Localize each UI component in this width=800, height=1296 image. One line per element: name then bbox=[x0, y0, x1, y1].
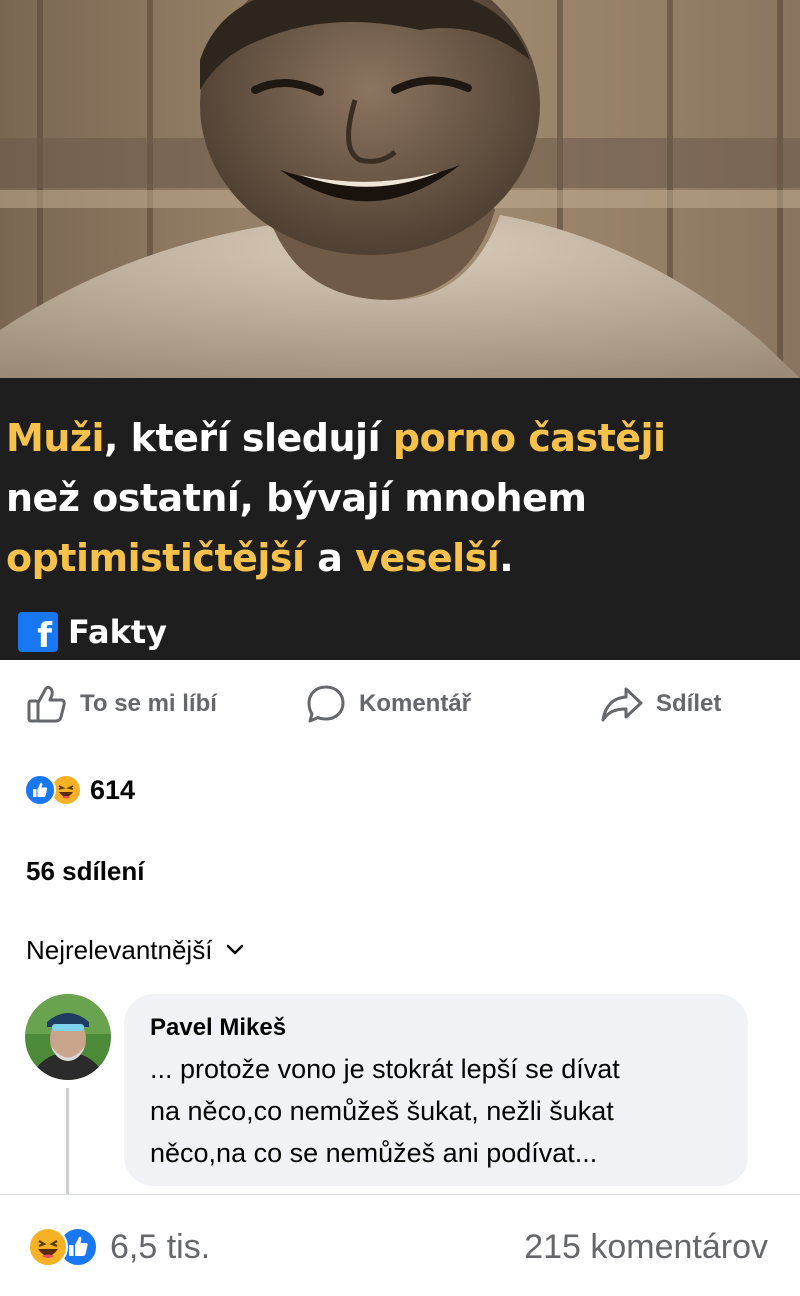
action-bar: To se mi líbí Komentář Sdílet bbox=[0, 672, 800, 736]
brand-watermark: f Fakty bbox=[18, 610, 168, 656]
post-caption: Muži, kteří sledují porno častěji než os… bbox=[6, 408, 800, 588]
bottom-bar: 6,5 tis. 215 komentárov bbox=[0, 1194, 800, 1296]
like-label: To se mi líbí bbox=[80, 690, 217, 717]
thumbs-up-icon bbox=[27, 685, 66, 723]
reaction-count: 614 bbox=[90, 774, 136, 805]
caption-text: a bbox=[304, 536, 356, 580]
comments-count[interactable]: 215 komentárov bbox=[524, 1223, 768, 1271]
comment-button[interactable]: Komentář bbox=[305, 672, 471, 736]
caption-text: než ostatní, bývají mnohem bbox=[6, 476, 587, 520]
avatar-photo bbox=[25, 994, 111, 1080]
caption-text: , kteří sledují bbox=[104, 416, 393, 460]
smiling-man-photo bbox=[0, 0, 800, 378]
facebook-icon: f bbox=[18, 612, 58, 656]
thread-line bbox=[66, 1088, 69, 1196]
share-arrow-icon bbox=[601, 687, 643, 722]
comment-author[interactable]: Pavel Mikeš bbox=[150, 1014, 722, 1042]
comment-sort-dropdown[interactable]: Nejrelevantnější bbox=[26, 928, 244, 972]
post-image[interactable]: Muži, kteří sledují porno častěji než os… bbox=[0, 0, 800, 660]
caption-text: . bbox=[499, 536, 514, 580]
comment-label: Komentář bbox=[359, 690, 472, 717]
like-button[interactable]: To se mi líbí bbox=[26, 672, 217, 736]
comment-bubble: Pavel Mikeš ... protože vono je stokrát … bbox=[124, 994, 748, 1186]
caption-highlight: Muži bbox=[6, 416, 105, 460]
brand-name: Fakty bbox=[68, 613, 168, 651]
chevron-down-icon bbox=[227, 944, 244, 955]
shares-count[interactable]: 56 sdílení bbox=[26, 856, 145, 887]
share-label: Sdílet bbox=[656, 690, 722, 717]
bottom-reactions[interactable]: 6,5 tis. bbox=[28, 1223, 210, 1271]
comment-bubble-icon bbox=[307, 685, 345, 723]
caption-highlight: optimističtější bbox=[6, 536, 305, 580]
total-reaction-count: 6,5 tis. bbox=[110, 1227, 211, 1266]
reactions-summary[interactable]: 614 bbox=[24, 768, 135, 812]
avatar[interactable] bbox=[25, 994, 111, 1080]
comment-text: ... protože vono je stokrát lepší se dív… bbox=[150, 1054, 620, 1168]
share-button[interactable]: Sdílet bbox=[600, 672, 721, 736]
sort-label: Nejrelevantnější bbox=[26, 934, 213, 965]
caption-highlight: porno častěji bbox=[392, 416, 666, 460]
haha-reaction-icon bbox=[28, 1227, 68, 1267]
like-reaction-icon bbox=[24, 774, 56, 806]
caption-highlight: veselší bbox=[355, 536, 500, 580]
